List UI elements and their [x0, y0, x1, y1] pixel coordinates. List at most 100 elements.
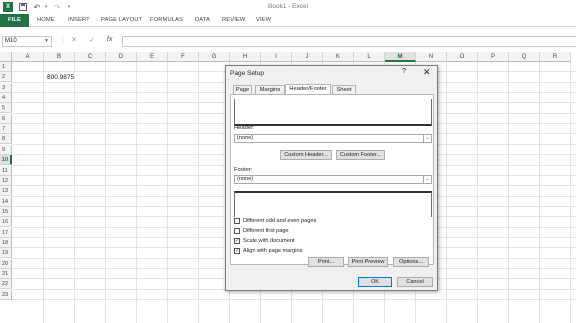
dialog-title: Page Setup	[230, 70, 264, 77]
row-header-14[interactable]: 14	[0, 196, 12, 207]
tab-formulas[interactable]: FORMULAS	[150, 14, 183, 27]
chevron-down-icon[interactable]: ⌄	[423, 176, 431, 183]
ok-button[interactable]: OK	[358, 277, 392, 287]
excel-window: X ↶ ▾ ↷ ▾ Book1 - Excel FILE HOME INSERT…	[0, 0, 576, 323]
row-header-13[interactable]: 13	[0, 186, 12, 197]
column-header-q[interactable]: Q	[509, 52, 540, 62]
tab-margins[interactable]: Margins	[255, 85, 285, 94]
options-button[interactable]: Options...	[393, 257, 429, 267]
tab-file[interactable]: FILE	[0, 14, 29, 27]
row-header-5[interactable]: 5	[0, 103, 12, 114]
row-header-2[interactable]: 2	[0, 72, 12, 83]
row-header-3[interactable]: 3	[0, 82, 12, 93]
header-select[interactable]: (none) ⌄	[234, 134, 432, 143]
column-header-r[interactable]: R	[540, 52, 571, 62]
row-header-6[interactable]: 6	[0, 113, 12, 124]
column-header-n[interactable]: N	[416, 52, 447, 62]
tab-page-layout[interactable]: PAGE LAYOUT	[101, 14, 142, 27]
row-header-9[interactable]: 9	[0, 144, 12, 155]
gridline-vertical	[477, 62, 478, 323]
row-header-18[interactable]: 18	[0, 237, 12, 248]
column-header-h[interactable]: H	[230, 52, 261, 62]
custom-footer-button[interactable]: Custom Footer...	[336, 150, 385, 160]
gridline-vertical	[43, 62, 44, 323]
confirm-entry-icon[interactable]: ✓	[89, 36, 95, 44]
select-all-corner[interactable]	[0, 52, 12, 62]
row-header-4[interactable]: 4	[0, 93, 12, 104]
close-icon[interactable]: ✕	[423, 67, 431, 77]
insert-function-icon[interactable]: fx	[107, 36, 112, 43]
footer-preview	[234, 191, 432, 217]
column-header-d[interactable]: D	[106, 52, 137, 62]
row-header-10[interactable]: 10	[0, 155, 12, 166]
header-label: Header:	[234, 125, 255, 131]
align-margins-label: Align with page margins	[243, 248, 303, 254]
row-header-7[interactable]: 7	[0, 124, 12, 135]
help-icon[interactable]: ?	[402, 68, 406, 75]
page-setup-dialog: Page Setup ? ✕ Page Margins Header/Foote…	[225, 65, 438, 291]
row-header-17[interactable]: 17	[0, 227, 12, 238]
cancel-button[interactable]: Cancel	[397, 277, 433, 287]
row-header-20[interactable]: 20	[0, 258, 12, 269]
column-header-e[interactable]: E	[137, 52, 168, 62]
cell-b2[interactable]: 800.9875	[47, 74, 74, 81]
header-preview	[234, 99, 432, 126]
column-header-g[interactable]: G	[199, 52, 230, 62]
column-header-b[interactable]: B	[44, 52, 75, 62]
row-header-15[interactable]: 15	[0, 206, 12, 217]
ribbon-tabs: FILE HOME INSERT PAGE LAYOUT FORMULAS DA…	[0, 14, 576, 27]
row-header-21[interactable]: 21	[0, 269, 12, 279]
gridline-vertical	[570, 62, 571, 323]
tab-view[interactable]: VIEW	[256, 14, 271, 27]
custom-header-button[interactable]: Custom Header...	[280, 150, 332, 160]
row-header-19[interactable]: 19	[0, 248, 12, 259]
gridline-vertical	[508, 62, 509, 323]
row-header-23[interactable]: 23	[0, 289, 12, 300]
checkmark-icon[interactable]: ✓	[234, 248, 240, 254]
chevron-down-icon[interactable]: ⌄	[423, 135, 431, 142]
row-header-12[interactable]: 12	[0, 175, 12, 186]
name-box-value: M10	[5, 38, 17, 44]
formula-bar-grip-icon: ⋮	[60, 38, 66, 44]
gridline-vertical	[539, 62, 540, 323]
column-header-l[interactable]: L	[354, 52, 385, 62]
gridline-vertical	[446, 62, 447, 323]
tab-home[interactable]: HOME	[37, 14, 55, 27]
print-button[interactable]: Print...	[308, 257, 344, 267]
column-header-p[interactable]: P	[478, 52, 509, 62]
tab-review[interactable]: REVIEW	[222, 14, 245, 27]
tab-insert[interactable]: INSERT	[68, 14, 90, 27]
formula-input[interactable]	[122, 36, 576, 47]
column-header-j[interactable]: J	[292, 52, 323, 62]
tab-sheet[interactable]: Sheet	[332, 85, 356, 94]
column-header-a[interactable]: A	[12, 52, 44, 62]
footer-select[interactable]: (none) ⌄	[234, 175, 432, 184]
print-preview-button[interactable]: Print Preview	[348, 257, 388, 267]
odd-even-label: Different odd and even pages	[243, 218, 317, 224]
tab-page[interactable]: Page	[233, 85, 252, 94]
checkbox-box[interactable]	[234, 218, 240, 224]
row-header-16[interactable]: 16	[0, 217, 12, 228]
row-header-1[interactable]: 1	[0, 62, 12, 72]
name-box[interactable]: M10 ▼	[2, 36, 52, 47]
column-header-c[interactable]: C	[75, 52, 106, 62]
checkbox-box[interactable]	[234, 228, 240, 234]
footer-label: Footer:	[234, 167, 253, 173]
column-header-i[interactable]: I	[261, 52, 292, 62]
column-header-m[interactable]: M	[385, 52, 416, 62]
gridline-horizontal	[12, 299, 576, 301]
formula-bar: M10 ▼ ⋮ ✕ ✓ fx	[0, 27, 576, 52]
row-header-8[interactable]: 8	[0, 134, 12, 145]
column-header-k[interactable]: K	[323, 52, 354, 62]
chevron-down-icon[interactable]: ▼	[44, 37, 49, 46]
row-header-22[interactable]: 22	[0, 279, 12, 290]
gridline-vertical	[136, 62, 137, 323]
checkmark-icon[interactable]: ✓	[234, 238, 240, 244]
first-page-label: Different first page	[243, 228, 289, 234]
row-header-11[interactable]: 11	[0, 165, 12, 176]
header-select-value: (none)	[237, 135, 254, 141]
tab-data[interactable]: DATA	[195, 14, 210, 27]
column-header-f[interactable]: F	[168, 52, 199, 62]
cancel-entry-icon[interactable]: ✕	[71, 36, 77, 44]
column-header-o[interactable]: O	[447, 52, 478, 62]
